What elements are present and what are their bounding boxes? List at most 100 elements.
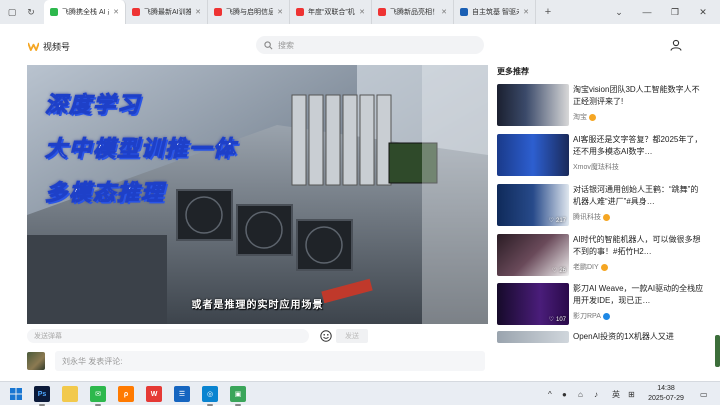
recommendation-author[interactable]: 淘宝 [573,112,596,122]
new-tab-button[interactable]: + [541,5,555,19]
video-player[interactable]: 深度学习 大中模型训推一体 多模态推理 或者是推理的实时应用场景 [27,65,488,324]
recommendation-title[interactable]: 影刀AI Weave，一款AI驱动的全栈应用开发IDE，现已正… [573,283,705,307]
recommendation-title[interactable]: AI客服还是文字答复？都2025年了，还不用多模态AI数字… [573,134,705,158]
tab-favicon-icon [132,8,140,16]
danmaku-bar: 发送弹幕 发送 [27,328,488,344]
input-method-indicator[interactable]: 英 [612,382,620,406]
recommendation-thumbnail[interactable] [497,331,569,343]
more-recommendations-title: 更多推荐 [497,67,529,76]
scrollbar-thumb[interactable] [715,335,720,367]
verified-badge-icon [600,263,608,271]
recommendation-thumbnail[interactable] [497,134,569,176]
browser-taskbar-icon[interactable]: ◎ [202,386,218,406]
recommendation-thumbnail[interactable]: ♡ 107 [497,283,569,325]
recommendation-thumbnail[interactable]: ♡ 217 [497,184,569,226]
calendar-app-icon[interactable]: ☰ [174,386,190,402]
search-input[interactable]: 搜索 [256,36,484,54]
recommendation-thumbnail[interactable] [497,84,569,126]
notification-icon[interactable]: ▭ [700,382,708,406]
recommendation-item[interactable]: ♡ 217 对话银河通用创始人王鹤：“跳舞”的机器人难“进厂”#具身… 腾讯科技 [497,184,707,232]
recommendation-title[interactable]: 对话银河通用创始人王鹤：“跳舞”的机器人难“进厂”#具身… [573,184,705,208]
search-placeholder: 搜索 [278,40,294,50]
recommendation-author[interactable]: Xmov魔珐科技 [573,162,619,172]
site-header: 视频号 搜索 [0,24,720,66]
tray-volume-icon[interactable]: ♪ [594,382,598,406]
tab-search-icon[interactable]: ⌄ [608,0,630,24]
tab-close-icon[interactable]: ✕ [113,8,119,16]
tray-chevron[interactable]: ^ [548,382,552,406]
browser-tab[interactable]: 飞腾最新AI训推一体 ✕ [126,0,208,24]
verified-badge-icon [603,213,610,221]
likes-value: 26 [559,267,566,274]
taskbar: Ps ✉ ρ W ☰ ◎ ▣ ^ ● ⌂ ♪ 英 ⊞ 14:38 2025-07… [0,381,720,406]
tab-close-icon[interactable]: ✕ [195,8,201,16]
browser-tab[interactable]: 飞腾携全栈 AI 产 ✕ [44,0,126,24]
heart-icon: ♡ [551,268,558,274]
verified-badge-icon [589,113,596,121]
chat-app-icon[interactable]: ▣ [230,386,246,406]
likes-count: ♡ 26 [551,267,566,275]
clock-time: 14:38 [657,385,675,392]
system-clock[interactable]: 14:38 2025-07-29 [641,384,691,404]
author-name: 腾讯科技 [573,214,601,221]
recommendation-author[interactable]: 腾讯科技 [573,212,610,222]
recommendation-author[interactable]: 影刀RPA [573,311,610,321]
channels-logo[interactable]: 视频号 [28,40,70,53]
comment-bar: 刘永华 发表评论: [27,351,488,371]
channels-logo-icon [28,42,39,51]
emoji-icon[interactable] [320,330,332,342]
tray-network-icon[interactable]: ⌂ [578,382,583,406]
recommendation-thumbnail[interactable]: ♡ 26 [497,234,569,276]
danmaku-input[interactable]: 发送弹幕 [27,329,309,343]
tab-title: 飞腾新品亮相！快来 [390,9,437,16]
tab-favicon-icon [460,8,468,16]
user-icon[interactable] [670,39,682,51]
tab-close-icon[interactable]: ✕ [277,8,283,16]
search-app-icon[interactable]: ρ [118,386,134,402]
start-icon[interactable] [8,386,24,402]
likes-value: 217 [555,217,566,224]
browser-tab[interactable]: 年度“双联合”机制 ✕ [290,0,372,24]
author-name: Xmov魔珐科技 [573,164,619,171]
video-caption-line: 多模态推理 [44,180,166,206]
author-name: 淘宝 [573,114,587,121]
tab-favicon-icon [296,8,304,16]
recommendation-item[interactable]: OpenAI投资的1X机器人又进 [497,331,707,377]
wechat-icon[interactable]: ✉ [90,386,106,406]
verified-badge-icon [602,312,610,320]
tray-ime-grid-icon[interactable]: ⊞ [628,382,635,406]
recommendation-author[interactable]: 老鹏DIY [573,262,608,272]
tab-close-icon[interactable]: ✕ [441,8,447,16]
tray-wechat-icon[interactable]: ● [562,382,567,406]
file-explorer-icon[interactable] [62,386,78,402]
restore-button[interactable]: ❐ [664,0,686,24]
recommendation-title[interactable]: OpenAI投资的1X机器人又进 [573,331,705,343]
tab-close-icon[interactable]: ✕ [359,8,365,16]
tab-list-icon[interactable]: ▢ [5,5,19,19]
browser-tab[interactable]: 飞腾与启明信息战略 ✕ [208,0,290,24]
tab-close-icon[interactable]: ✕ [523,8,529,16]
recommendation-item[interactable]: ♡ 107 影刀AI Weave，一款AI驱动的全栈应用开发IDE，现已正… 影刀RP… [497,283,707,331]
recommendation-item[interactable]: AI客服还是文字答复？都2025年了，还不用多模态AI数字… Xmov魔珐科技 [497,134,707,182]
logo-text: 视频号 [43,42,71,52]
wps-icon[interactable]: W [146,386,162,402]
tab-title: 飞腾最新AI训推一体 [144,9,191,16]
browser-tab[interactable]: 飞腾新品亮相！快来 ✕ [372,0,454,24]
recommendation-title[interactable]: AI时代的智能机器人，可以做很多想不到的事！#拓竹H2… [573,234,705,258]
recommendation-title[interactable]: 淘宝vision团队3D人工智能数字人不正经测评来了! [573,84,705,108]
minimize-button[interactable]: — [636,0,658,24]
photoshop-icon[interactable]: Ps [34,386,50,406]
browser-tab[interactable]: 自主筑基 智驱未来 ✕ [454,0,536,24]
author-name: 影刀RPA [573,313,601,320]
author-name: 老鹏DIY [573,264,599,271]
send-danmaku-button[interactable]: 发送 [336,329,368,343]
tab-title: 年度“双联合”机制 [308,9,355,16]
refresh-icon[interactable]: ↻ [24,5,38,19]
tab-favicon-icon [50,8,58,16]
close-window-button[interactable]: ✕ [692,0,714,24]
video-subtitle: 或者是推理的实时应用场景 [191,300,324,311]
recommendation-item[interactable]: ♡ 26 AI时代的智能机器人，可以做很多想不到的事！#拓竹H2… 老鹏DIY [497,234,707,282]
heart-icon: ♡ [548,317,554,323]
comment-input[interactable]: 刘永华 发表评论: [55,351,485,371]
recommendation-item[interactable]: 淘宝vision团队3D人工智能数字人不正经测评来了! 淘宝 [497,84,707,132]
